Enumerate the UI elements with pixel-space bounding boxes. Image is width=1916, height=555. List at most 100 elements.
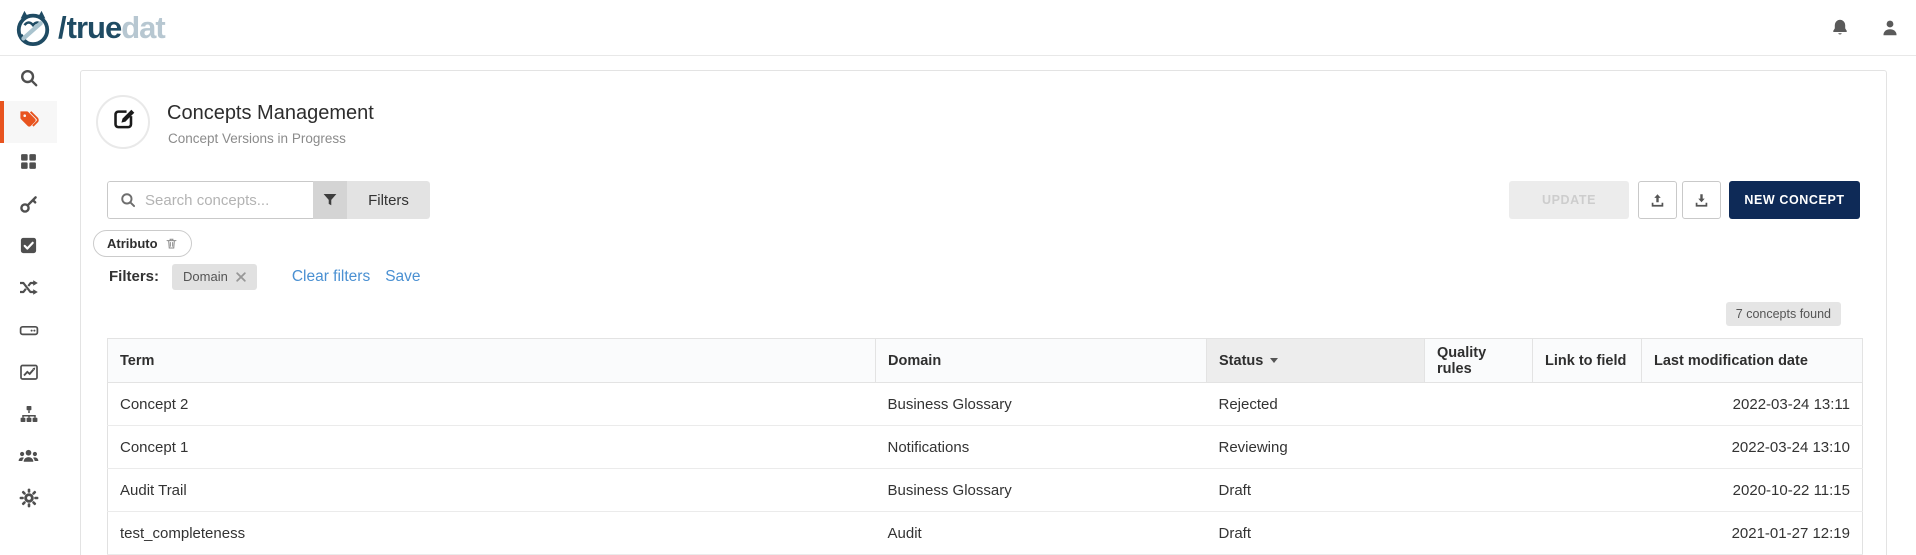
active-indicator-bar	[0, 101, 4, 143]
table-row[interactable]: Concept 2 Business Glossary Rejected 202…	[108, 383, 1863, 426]
cell-domain: Notifications	[876, 426, 1207, 469]
sidebar-item-gear[interactable]	[0, 479, 57, 521]
table-header-row: Term Domain Status Quality rules Link to…	[108, 339, 1863, 383]
cell-status: Reviewing	[1207, 426, 1425, 469]
cell-term[interactable]: Concept 2	[108, 383, 876, 426]
table-row[interactable]: Audit Trail Business Glossary Draft 2020…	[108, 469, 1863, 512]
new-concept-button[interactable]: NEW CONCEPT	[1729, 181, 1860, 219]
cell-quality-rules	[1425, 469, 1533, 512]
cell-last-modification-date: 2021-01-27 12:19	[1642, 512, 1863, 555]
concepts-table: Term Domain Status Quality rules Link to…	[107, 338, 1863, 555]
cell-term[interactable]: Audit Trail	[108, 469, 876, 512]
cell-term[interactable]: Concept 1	[108, 426, 876, 469]
cell-status: Draft	[1207, 512, 1425, 555]
trash-icon[interactable]	[165, 237, 178, 250]
chart-line-icon	[19, 362, 39, 387]
search-icon	[120, 192, 136, 208]
domain-filter-chip[interactable]: Domain	[172, 264, 257, 290]
table-row[interactable]: Concept 1 Notifications Reviewing 2022-0…	[108, 426, 1863, 469]
cell-status: Draft	[1207, 469, 1425, 512]
cell-last-modification-date: 2022-03-24 13:10	[1642, 426, 1863, 469]
clear-filters-link[interactable]: Clear filters	[292, 268, 370, 286]
cell-domain: Audit	[876, 512, 1207, 555]
filters-bar-label: Filters:	[109, 268, 159, 285]
sidebar-item-hard-drive[interactable]	[0, 311, 57, 353]
column-header-domain[interactable]: Domain	[876, 339, 1207, 383]
cell-status: Rejected	[1207, 383, 1425, 426]
sidebar-item-check-square[interactable]	[0, 227, 57, 269]
cell-last-modification-date: 2022-03-24 13:11	[1642, 383, 1863, 426]
cell-quality-rules	[1425, 426, 1533, 469]
filter-funnel-button[interactable]	[313, 181, 347, 219]
sidebar-item-sitemap[interactable]	[0, 395, 57, 437]
upload-button[interactable]	[1638, 181, 1677, 219]
cell-domain: Business Glossary	[876, 469, 1207, 512]
cell-last-modification-date: 2020-10-22 11:15	[1642, 469, 1863, 512]
sidebar-item-grid[interactable]	[0, 143, 57, 185]
sidebar-item-shuffle[interactable]	[0, 269, 57, 311]
column-header-quality-rules[interactable]: Quality rules	[1425, 339, 1533, 383]
tags-icon	[18, 109, 39, 135]
sidebar-item-key[interactable]	[0, 185, 57, 227]
grid-icon	[19, 152, 38, 176]
gear-icon	[19, 488, 39, 513]
column-header-link-to-field[interactable]: Link to field	[1533, 339, 1642, 383]
cell-quality-rules	[1425, 383, 1533, 426]
shuffle-icon	[18, 277, 39, 303]
save-filters-link[interactable]: Save	[385, 268, 420, 286]
sidebar-nav	[0, 57, 57, 555]
cell-link-to-field	[1533, 383, 1642, 426]
page: /truedat	[0, 0, 1916, 555]
user-account-icon[interactable]	[1880, 18, 1900, 38]
key-icon	[19, 194, 39, 219]
cell-link-to-field	[1533, 426, 1642, 469]
owl-logo-icon	[14, 9, 52, 47]
close-icon[interactable]	[236, 272, 246, 282]
results-row: 7 concepts found	[1726, 302, 1841, 326]
toolbar-actions: UPDATE	[1509, 181, 1860, 219]
filters-button[interactable]: Filters	[347, 181, 430, 219]
filters-button-label: Filters	[368, 192, 409, 209]
funnel-icon	[322, 192, 338, 208]
filters-bar: Filters: Domain Clear filters Save	[109, 263, 421, 290]
cell-domain: Business Glossary	[876, 383, 1207, 426]
table-row[interactable]: test_completeness Audit Draft 2021-01-27…	[108, 512, 1863, 555]
top-navbar: /truedat	[0, 0, 1916, 56]
sort-desc-icon	[1270, 358, 1278, 363]
concepts-card: Concepts Management Concept Versions in …	[80, 70, 1887, 555]
template-chip[interactable]: Atributo	[93, 230, 192, 257]
notifications-bell-icon[interactable]	[1830, 18, 1850, 38]
search-icon	[19, 68, 39, 93]
status-header-label: Status	[1219, 353, 1263, 369]
truedat-logo[interactable]: /truedat	[14, 9, 165, 47]
cell-link-to-field	[1533, 469, 1642, 512]
page-subtitle: Concept Versions in Progress	[168, 131, 346, 146]
toolbar: Filters UPDATE	[107, 181, 1860, 219]
page-header-badge	[96, 95, 150, 149]
update-button[interactable]: UPDATE	[1509, 181, 1629, 219]
search-input[interactable]	[145, 192, 305, 209]
check-square-icon	[19, 236, 38, 260]
column-header-term[interactable]: Term	[108, 339, 876, 383]
page-title: Concepts Management	[167, 102, 374, 125]
hard-drive-icon	[19, 320, 39, 345]
download-icon	[1693, 192, 1710, 209]
search-group: Filters	[107, 181, 430, 219]
template-chip-row: Atributo	[93, 230, 192, 257]
sidebar-item-tags[interactable]	[0, 101, 57, 143]
template-chip-label: Atributo	[107, 236, 158, 251]
domain-filter-label: Domain	[183, 269, 228, 284]
sidebar-item-search[interactable]	[0, 59, 57, 101]
cell-term[interactable]: test_completeness	[108, 512, 876, 555]
logo-wordmark: /truedat	[54, 12, 165, 43]
sidebar-item-chart-line[interactable]	[0, 353, 57, 395]
cell-quality-rules	[1425, 512, 1533, 555]
column-header-status[interactable]: Status	[1207, 339, 1425, 383]
download-button[interactable]	[1682, 181, 1721, 219]
users-icon	[18, 445, 39, 471]
search-input-wrap	[107, 181, 313, 219]
column-header-last-modification-date[interactable]: Last modification date	[1642, 339, 1863, 383]
sidebar-item-users[interactable]	[0, 437, 57, 479]
edit-icon	[110, 106, 137, 138]
results-count-badge: 7 concepts found	[1726, 302, 1841, 326]
